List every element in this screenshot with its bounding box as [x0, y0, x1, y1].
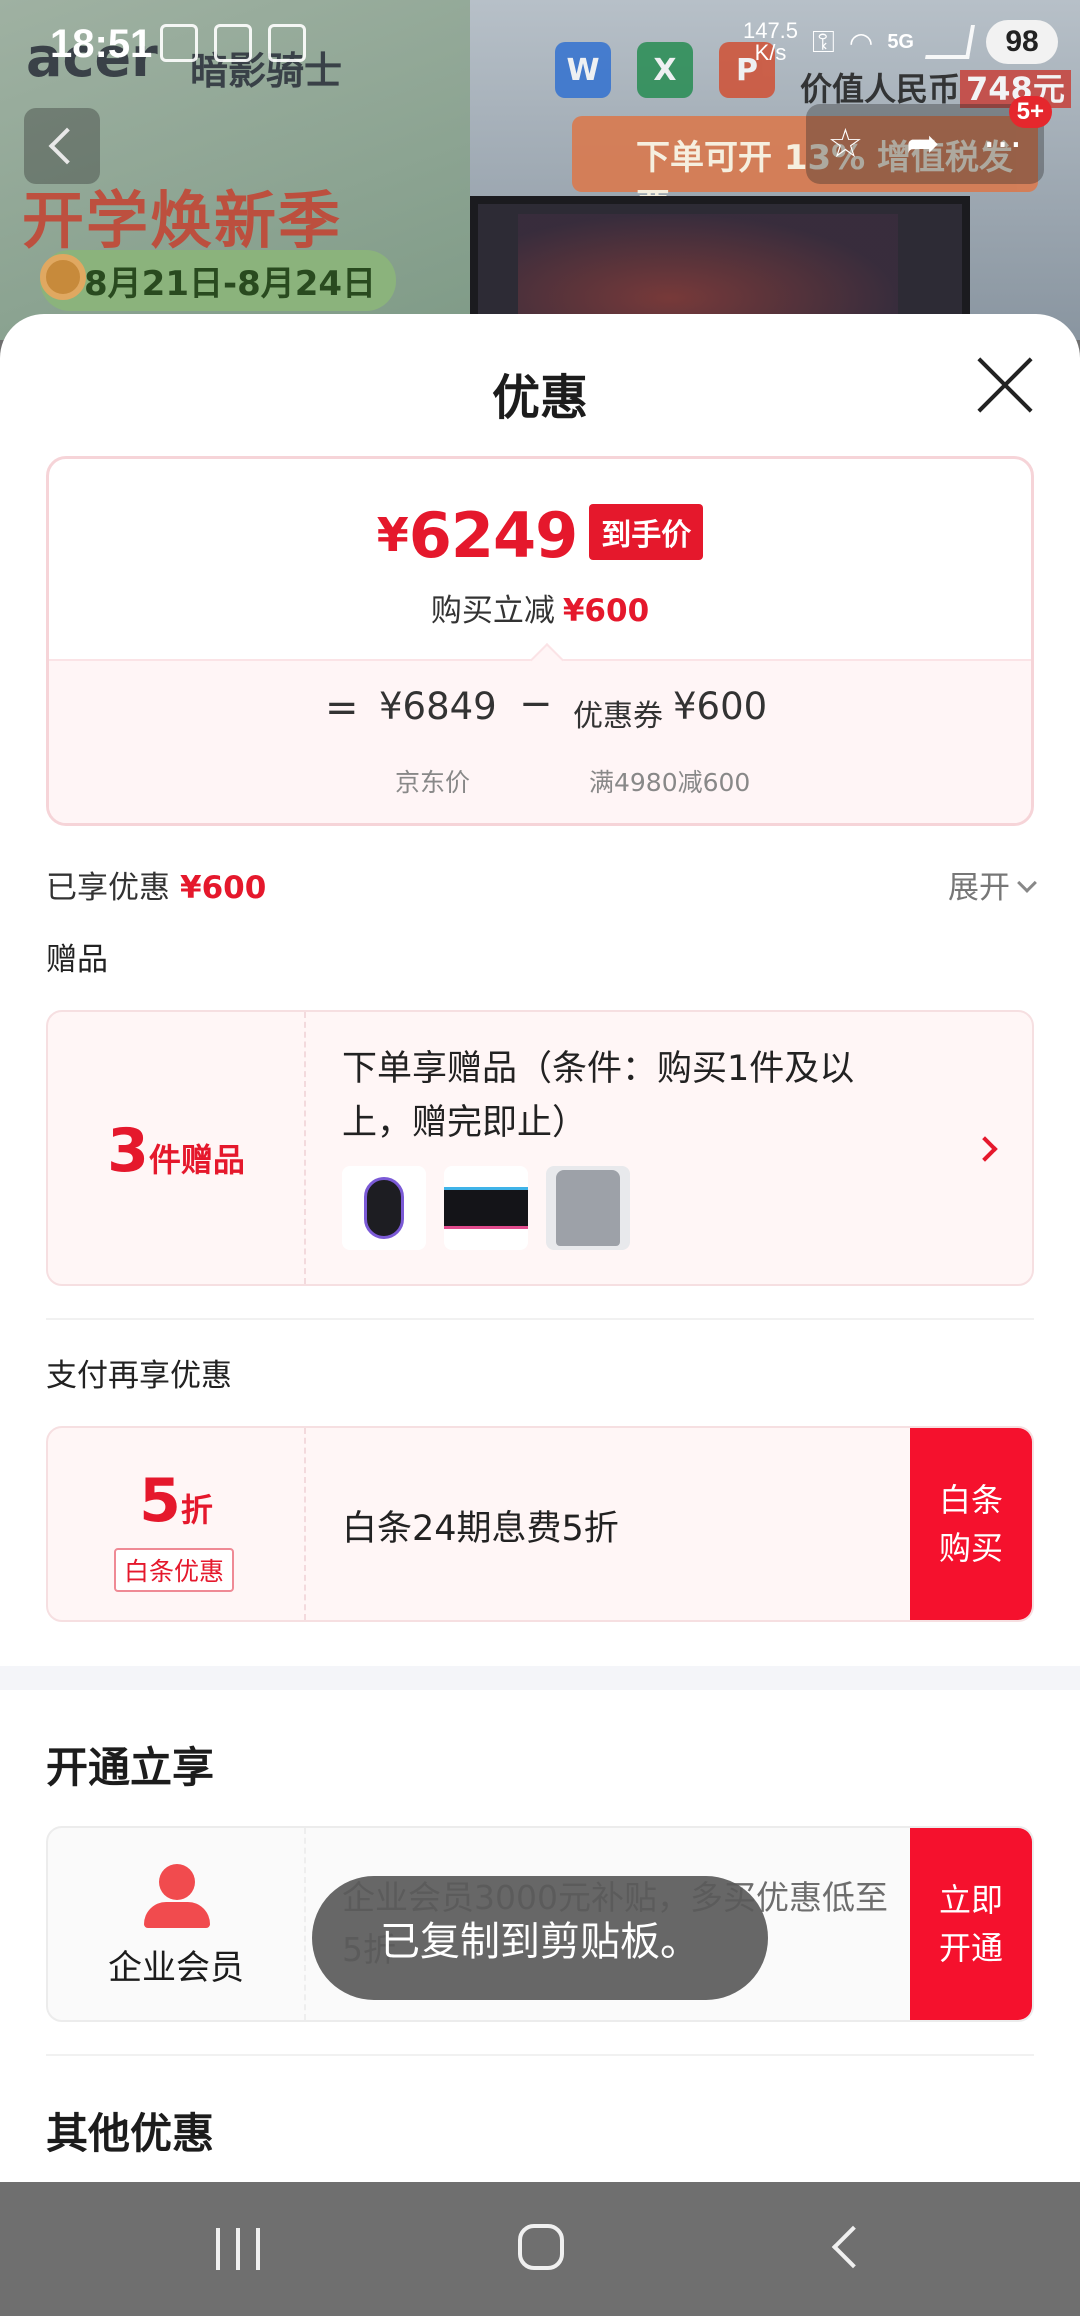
open-membership-button[interactable]: 立即 开通 — [910, 1828, 1032, 2020]
baitiao-buy-button[interactable]: 白条 购买 — [910, 1428, 1032, 1620]
person-icon — [142, 1864, 212, 1928]
divider — [46, 2054, 1034, 2056]
mouse-image — [364, 1177, 404, 1239]
recent-apps-icon[interactable] — [216, 2228, 260, 2270]
section-divider — [0, 1666, 1080, 1690]
wifi-icon: ◠ — [848, 25, 874, 59]
minus-sign: − — [519, 681, 553, 727]
baitiao-text: 白条24期息费5折 — [342, 1509, 619, 1549]
currency-symbol: ¥ — [376, 508, 409, 562]
baitiao-tag: 白条优惠 — [114, 1548, 235, 1592]
screenshot-icon — [160, 24, 198, 62]
clipboard-toast: 已复制到剪贴板。 — [312, 1876, 768, 2000]
star-icon[interactable]: ☆ — [827, 121, 863, 167]
price-breakdown: = ¥6849 − 优惠券 ¥600 京东价 满4980减600 — [49, 659, 1031, 823]
gift-thumb-keyboard — [444, 1166, 528, 1250]
chevron-right-icon — [972, 1136, 998, 1162]
expand-button[interactable]: 展开 — [948, 862, 1037, 907]
sheet-title: 优惠 — [491, 370, 588, 426]
gift-section-label: 赠品 — [46, 942, 108, 978]
system-nav-bar — [0, 2182, 1080, 2316]
signal-icon — [925, 25, 975, 59]
close-icon[interactable] — [974, 354, 1036, 416]
home-icon[interactable] — [518, 2224, 564, 2270]
instant-cut: 购买立减 ¥600 — [430, 593, 650, 629]
pay-section-label: 支付再享优惠 — [46, 1358, 232, 1394]
message-badge: 5+ — [1008, 96, 1052, 128]
final-price-value: 6249 — [408, 499, 579, 572]
final-price-tag: 到手价 — [589, 504, 704, 560]
parking-icon — [268, 24, 306, 62]
key-icon: ⚿ — [812, 24, 835, 60]
coupon-rule: 满4980减600 — [589, 768, 751, 797]
network-type: 5G — [887, 30, 914, 53]
instant-cut-value: ¥600 — [562, 593, 650, 629]
jd-price: ¥6849 — [379, 685, 497, 728]
keyboard-image — [444, 1187, 528, 1229]
enjoyed-discount: 已享优惠 ¥600 — [46, 870, 267, 906]
member-name: 企业会员 — [108, 1948, 244, 1988]
notification-icons — [160, 24, 306, 62]
share-icon[interactable]: ➦ — [906, 121, 940, 167]
gift-title: 下单享赠品（条件：购买1件及以上，赠完即止） — [342, 1049, 855, 1143]
promo-date: 8月21日-8月24日 — [40, 250, 397, 311]
gift-thumb-bag — [546, 1166, 630, 1250]
baitiao-discount-panel: 5折 白条优惠 — [48, 1428, 306, 1620]
alert-icon — [214, 24, 252, 62]
status-time: 18:51 — [50, 22, 153, 66]
enjoyed-value: ¥600 — [180, 870, 267, 906]
open-section-title: 开通立享 — [46, 1743, 215, 1792]
system-back-icon[interactable] — [831, 2225, 875, 2269]
price-card: ¥6249 到手价 购买立减 ¥600 = ¥6849 − 优惠券 ¥600 京东价… — [46, 456, 1034, 826]
bag-image — [556, 1170, 620, 1246]
baitiao-card: 5折 白条优惠 白条24期息费5折 白条 购买 — [46, 1426, 1034, 1622]
battery-indicator: 98 — [986, 20, 1058, 64]
more-icon[interactable]: ⋯ — [983, 121, 1023, 167]
status-bar: 18:51 147.5 K/s ⚿ ◠ 5G 98 — [0, 0, 1080, 90]
divider — [46, 1318, 1034, 1320]
net-speed: 147.5 K/s — [742, 18, 799, 65]
member-panel: 企业会员 — [48, 1828, 306, 2020]
other-section-title: 其他优惠 — [46, 2109, 215, 2158]
coupon-label: 优惠券 — [573, 699, 663, 734]
gift-thumbnails — [342, 1166, 630, 1250]
lifebuoy-icon — [40, 254, 86, 300]
gift-count-panel: 3件赠品 — [48, 1012, 306, 1284]
gift-thumb-mouse — [342, 1166, 426, 1250]
chevron-down-icon — [1017, 873, 1037, 893]
equals-sign: = — [325, 685, 359, 731]
jd-price-label: 京东价 — [395, 768, 471, 797]
status-right: 147.5 K/s ⚿ ◠ 5G 98 — [743, 20, 1058, 64]
gift-card[interactable]: 3件赠品 下单享赠品（条件：购买1件及以上，赠完即止） — [46, 1010, 1034, 1286]
final-price: ¥6249 到手价 — [49, 499, 1031, 572]
coupon-value: ¥600 — [673, 685, 768, 728]
baitiao-discount: 5折 — [139, 1466, 213, 1536]
back-button[interactable] — [24, 108, 100, 184]
top-action-bar: ☆ ➦ ⋯ 5+ — [806, 96, 1052, 184]
gift-count: 3件赠品 — [107, 1116, 245, 1186]
